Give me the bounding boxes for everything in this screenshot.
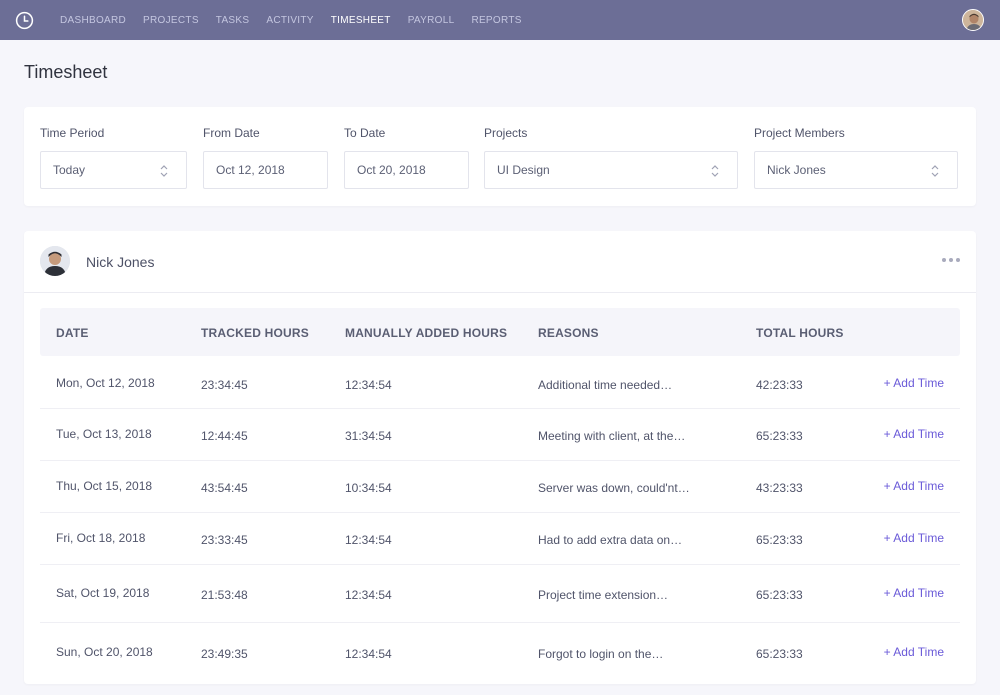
nav-item-dashboard[interactable]: DASHBOARD: [60, 15, 126, 26]
user-avatar[interactable]: [962, 9, 984, 31]
manual-hours-cell: 31:34:54: [345, 429, 392, 443]
to-date-input[interactable]: Oct 20, 2018: [344, 151, 469, 189]
more-options-icon[interactable]: [942, 253, 960, 267]
add-time-button[interactable]: + Add Time: [884, 376, 944, 390]
add-time-button[interactable]: + Add Time: [884, 586, 944, 600]
member-name: Nick Jones: [86, 254, 155, 270]
tracked-hours-cell: 23:49:35: [201, 647, 248, 661]
tracked-hours-cell: 23:33:45: [201, 533, 248, 547]
tracked-hours-cell: 23:34:45: [201, 378, 248, 392]
add-time-button[interactable]: + Add Time: [884, 479, 944, 493]
tracked-hours-cell: 12:44:45: [201, 429, 248, 443]
table-row: Sat, Oct 19, 2018 21:53:48 12:34:54 Project…: [40, 565, 960, 623]
tracked-hours-cell: 21:53:48: [201, 588, 248, 602]
total-hours-cell: 65:23:33: [756, 588, 803, 602]
members-value: Nick Jones: [767, 163, 826, 177]
from-date-label: From Date: [203, 126, 260, 140]
table-row: Sun, Oct 20, 2018 23:49:35 12:34:54 Forgot …: [40, 623, 960, 683]
updown-chevron-icon: [931, 165, 939, 177]
time-period-value: Today: [53, 163, 86, 177]
to-date-value: Oct 20, 2018: [357, 163, 426, 177]
user-avatar-image: [963, 10, 983, 30]
total-hours-cell: 42:23:33: [756, 378, 803, 392]
member-avatar: [40, 246, 70, 276]
table-row: Mon, Oct 12, 2018 23:34:45 12:34:54 Additio…: [40, 358, 960, 409]
add-time-button[interactable]: + Add Time: [884, 645, 944, 659]
total-hours-cell: 43:23:33: [756, 481, 803, 495]
total-hours-cell: 65:23:33: [756, 533, 803, 547]
date-cell: Mon, Oct 12, 2018: [56, 376, 155, 390]
reason-cell: Meeting with client, at the…: [538, 429, 686, 443]
manual-hours-cell: 12:34:54: [345, 378, 392, 392]
manual-hours-cell: 12:34:54: [345, 533, 392, 547]
projects-select[interactable]: UI Design: [484, 151, 738, 189]
table-row: Tue, Oct 13, 2018 12:44:45 31:34:54 Meeting…: [40, 409, 960, 461]
manual-hours-cell: 10:34:54: [345, 481, 392, 495]
date-cell: Tue, Oct 13, 2018: [56, 427, 152, 441]
members-select[interactable]: Nick Jones: [754, 151, 958, 189]
total-hours-cell: 65:23:33: [756, 429, 803, 443]
nav-item-timesheet[interactable]: TIMESHEET: [331, 15, 391, 26]
to-date-label: To Date: [344, 126, 386, 140]
reason-cell: Additional time needed…: [538, 378, 673, 392]
column-header-tracked: TRACKED HOURS: [201, 326, 309, 340]
page-title: Timesheet: [24, 62, 108, 82]
date-cell: Sun, Oct 20, 2018: [56, 645, 153, 659]
nav-item-reports[interactable]: REPORTS: [471, 15, 521, 26]
date-cell: Fri, Oct 18, 2018: [56, 531, 146, 545]
add-time-button[interactable]: + Add Time: [884, 427, 944, 441]
table-header: DATE TRACKED HOURS MANUALLY ADDED HOURS …: [40, 308, 960, 356]
manual-hours-cell: 12:34:54: [345, 588, 392, 602]
nav-item-activity[interactable]: ACTIVITY: [266, 15, 313, 26]
projects-value: UI Design: [497, 163, 550, 177]
from-date-value: Oct 12, 2018: [216, 163, 285, 177]
manual-hours-cell: 12:34:54: [345, 647, 392, 661]
timesheet-card: Nick Jones DATE TRACKED HOURS MANUALLY A…: [24, 231, 976, 684]
column-header-date: DATE: [56, 326, 89, 340]
members-label: Project Members: [754, 126, 845, 140]
nav-item-payroll[interactable]: PAYROLL: [408, 15, 455, 26]
filters-card: Time Period Today From Date Oct 12, 2018…: [24, 107, 976, 206]
reason-cell: Project time extension…: [538, 588, 669, 602]
clock-logo-icon[interactable]: [15, 11, 34, 30]
total-hours-cell: 65:23:33: [756, 647, 803, 661]
add-time-button[interactable]: + Add Time: [884, 531, 944, 545]
nav-item-tasks[interactable]: TASKS: [216, 15, 250, 26]
table-row: Fri, Oct 18, 2018 23:33:45 12:34:54 Had to …: [40, 513, 960, 565]
reason-cell: Had to add extra data on…: [538, 533, 683, 547]
column-header-reasons: REASONS: [538, 326, 599, 340]
nav-item-projects[interactable]: PROJECTS: [143, 15, 199, 26]
time-period-select[interactable]: Today: [40, 151, 187, 189]
main-nav: DASHBOARD PROJECTS TASKS ACTIVITY TIMESHEET P…: [60, 0, 539, 40]
member-header: Nick Jones: [24, 231, 976, 293]
column-header-total: TOTAL HOURS: [756, 326, 844, 340]
updown-chevron-icon: [711, 165, 719, 177]
date-cell: Sat, Oct 19, 2018: [56, 586, 150, 600]
table-row: Thu, Oct 15, 2018 43:54:45 10:34:54 Server …: [40, 461, 960, 513]
from-date-input[interactable]: Oct 12, 2018: [203, 151, 328, 189]
tracked-hours-cell: 43:54:45: [201, 481, 248, 495]
top-navbar: DASHBOARD PROJECTS TASKS ACTIVITY TIMESHEET P…: [0, 0, 1000, 40]
reason-cell: Forgot to login on the…: [538, 647, 664, 661]
member-avatar-image: [40, 246, 70, 276]
column-header-manual: MANUALLY ADDED HOURS: [345, 326, 508, 340]
time-period-label: Time Period: [40, 126, 105, 140]
reason-cell: Server was down, could'nt…: [538, 481, 690, 495]
date-cell: Thu, Oct 15, 2018: [56, 479, 153, 493]
updown-chevron-icon: [160, 165, 168, 177]
projects-label: Projects: [484, 126, 528, 140]
